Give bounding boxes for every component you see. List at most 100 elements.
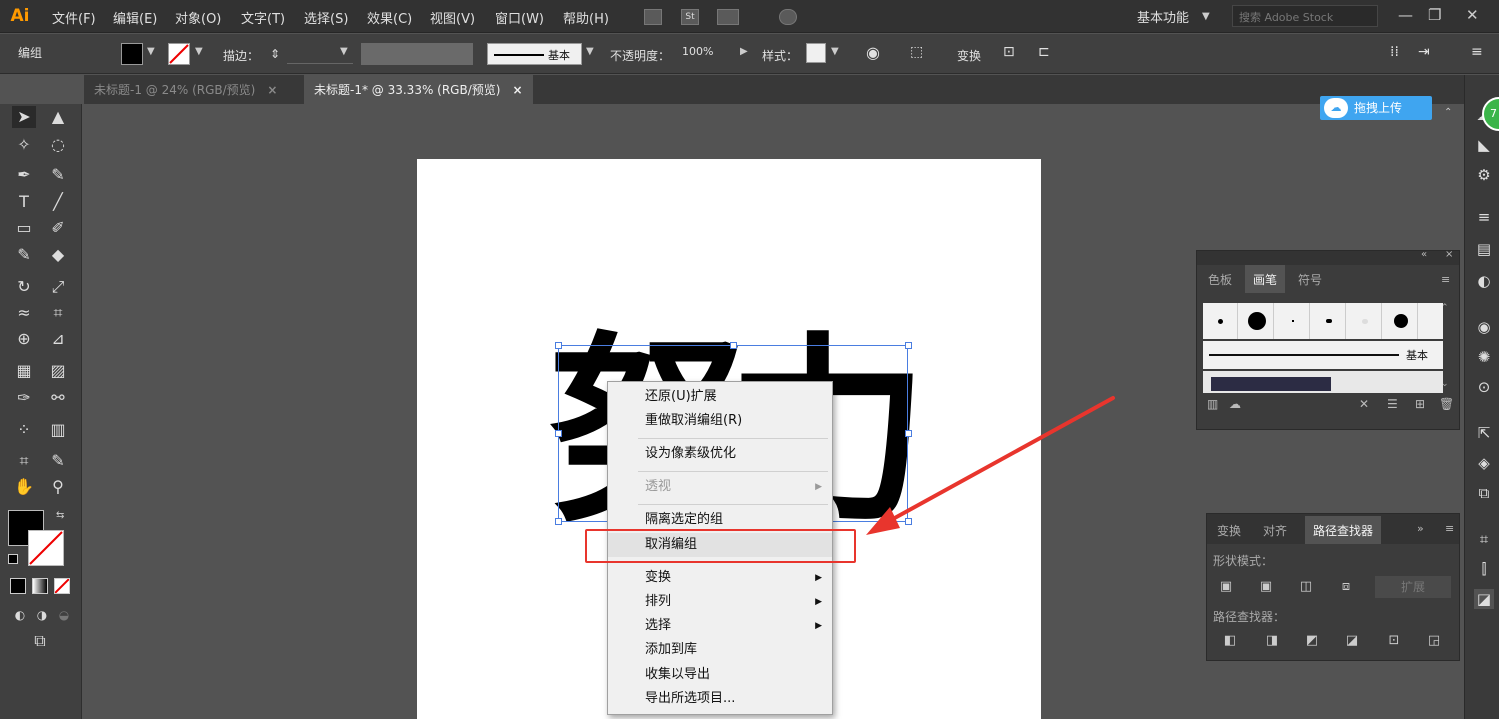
tab-document-1[interactable]: 未标题-1 @ 24% (RGB/预览) ×: [84, 75, 287, 104]
hand-tool-icon[interactable]: ✋: [12, 476, 36, 498]
menu-file[interactable]: 文件(F): [52, 8, 96, 27]
artboards-icon[interactable]: ⧉: [1474, 483, 1494, 503]
brush-swatch[interactable]: [1347, 303, 1382, 339]
align-options-icon[interactable]: ⬚: [910, 44, 923, 60]
tab-brushes[interactable]: 画笔: [1245, 265, 1286, 293]
brush-library-icon[interactable]: ▥: [1207, 397, 1218, 411]
control-menu-icon[interactable]: ≡: [1471, 44, 1483, 60]
brush-row[interactable]: [1203, 371, 1443, 393]
column-graph-icon[interactable]: ▥: [46, 419, 70, 441]
gradient-mode-icon[interactable]: [32, 578, 48, 594]
intersect-icon[interactable]: ◫: [1297, 578, 1315, 596]
menu-item-collect-for-export[interactable]: 收集以导出: [608, 663, 832, 687]
swap-colors-icon[interactable]: ⇆: [56, 510, 64, 521]
tab-symbols[interactable]: 符号: [1290, 265, 1330, 293]
rectangle-tool-icon[interactable]: ▭: [12, 217, 36, 239]
chevron-down-icon[interactable]: ▼: [1202, 11, 1210, 22]
menu-effect[interactable]: 效果(C): [367, 8, 412, 27]
brush-swatch[interactable]: [1311, 303, 1346, 339]
chevron-down-icon[interactable]: ▼: [340, 46, 348, 57]
stock-search-input[interactable]: 搜索 Adobe Stock: [1232, 5, 1378, 27]
stroke-weight-stepper[interactable]: ⇕: [270, 47, 280, 61]
perspective-grid-icon[interactable]: ⊿: [46, 328, 70, 350]
selection-tool-icon[interactable]: ➤: [12, 106, 36, 128]
brush-swatch[interactable]: [1275, 303, 1310, 339]
direct-selection-tool-icon[interactable]: ▲: [46, 106, 70, 128]
eyedropper-icon[interactable]: ✑: [12, 387, 36, 409]
color-mode-icon[interactable]: [10, 578, 26, 594]
screen-mode-icon[interactable]: ⧉: [28, 630, 52, 652]
blend-tool-icon[interactable]: ⚯: [46, 387, 70, 409]
menu-item-export-selection[interactable]: 导出所选项目...: [608, 687, 832, 711]
brush-swatch[interactable]: [1203, 303, 1238, 339]
menu-window[interactable]: 窗口(W): [495, 8, 544, 27]
close-icon[interactable]: ×: [1445, 249, 1453, 260]
variable-width-profile[interactable]: [361, 43, 473, 65]
menu-item-arrange[interactable]: 排列 ▶: [608, 590, 832, 614]
chevron-down-icon[interactable]: ▼: [147, 46, 155, 57]
menu-item-pixel-optimize[interactable]: 设为像素级优化: [608, 442, 832, 466]
close-button[interactable]: ✕: [1466, 6, 1479, 24]
menu-item-add-to-library[interactable]: 添加到库: [608, 638, 832, 662]
opacity-label[interactable]: 不透明度：: [610, 47, 670, 64]
bridge-icon[interactable]: [644, 9, 662, 25]
collapse-icon[interactable]: «: [1421, 249, 1427, 260]
shaper-tool-icon[interactable]: ✎: [12, 244, 36, 266]
scale-tool-icon[interactable]: ⤢: [46, 276, 70, 298]
lasso-icon[interactable]: ◌: [46, 134, 70, 156]
free-transform-icon[interactable]: ⌗: [46, 302, 70, 324]
close-icon[interactable]: ×: [267, 83, 277, 97]
minimize-button[interactable]: —: [1398, 6, 1413, 24]
shape-builder-tool-icon[interactable]: ⊕: [12, 328, 36, 350]
chevron-down-icon[interactable]: ▼: [195, 46, 203, 57]
workspace-switcher[interactable]: 基本功能: [1137, 7, 1189, 26]
menu-item-undo-expand[interactable]: 还原(U)扩展: [608, 385, 832, 409]
export-icon[interactable]: ⇱: [1474, 423, 1494, 443]
arrange-panel-icon[interactable]: ⁞⁞: [1390, 44, 1399, 60]
minus-back-icon[interactable]: ◲: [1425, 632, 1443, 650]
merge-icon[interactable]: ◩: [1303, 632, 1321, 650]
stroke-panel-icon[interactable]: ≡: [1474, 207, 1494, 227]
close-icon[interactable]: ×: [512, 83, 522, 97]
stroke-color-swatch[interactable]: [168, 43, 190, 65]
gpu-performance-icon[interactable]: [779, 9, 797, 25]
chevron-up-icon[interactable]: ⌃: [1444, 107, 1452, 118]
chevron-right-icon[interactable]: ▶: [740, 46, 748, 57]
appearance-icon[interactable]: ◉: [1474, 317, 1494, 337]
tab-align[interactable]: 对齐: [1255, 516, 1295, 544]
width-tool-icon[interactable]: ≈: [12, 302, 36, 324]
trim-icon[interactable]: ◨: [1263, 632, 1281, 650]
magic-wand-icon[interactable]: ✧: [12, 134, 36, 156]
selection-handle[interactable]: [730, 342, 737, 349]
slice-tool-icon[interactable]: ✎: [46, 450, 70, 472]
libraries-icon[interactable]: ☁: [1229, 397, 1241, 411]
transparency-icon[interactable]: ◐: [1474, 271, 1494, 291]
tab-swatches[interactable]: 色板: [1200, 265, 1240, 293]
transform-label[interactable]: 变换: [957, 47, 981, 64]
tab-document-1-active[interactable]: 未标题-1* @ 33.33% (RGB/预览) ×: [304, 75, 533, 104]
graphic-styles-icon[interactable]: ✺: [1474, 347, 1494, 367]
exclude-icon[interactable]: ⧈: [1337, 578, 1355, 596]
panel-menu-icon[interactable]: ≡: [1441, 273, 1450, 286]
outline-icon[interactable]: ⊡: [1385, 632, 1403, 650]
unite-icon[interactable]: ▣: [1217, 578, 1235, 596]
curvature-tool-icon[interactable]: ✎: [46, 164, 70, 186]
menu-help[interactable]: 帮助(H): [563, 8, 609, 27]
mesh-tool-icon[interactable]: ▦: [12, 360, 36, 382]
selection-handle[interactable]: [905, 342, 912, 349]
transform-panel-icon[interactable]: ⌗: [1474, 529, 1494, 549]
pen-tool-icon[interactable]: ✒: [12, 164, 36, 186]
menu-edit[interactable]: 编辑(E): [113, 8, 157, 27]
minus-front-icon[interactable]: ▣: [1257, 578, 1275, 596]
tab-pathfinder[interactable]: 路径查找器: [1305, 516, 1382, 544]
basic-brush-row[interactable]: 基本: [1203, 341, 1443, 369]
properties-icon[interactable]: ◣: [1474, 135, 1494, 155]
chevron-down-icon[interactable]: ▼: [586, 46, 594, 57]
menu-item-redo-ungroup[interactable]: 重做取消编组(R): [608, 409, 832, 433]
default-colors-icon[interactable]: [8, 554, 18, 564]
artboard-tool-icon[interactable]: ⌗: [12, 450, 36, 472]
menu-object[interactable]: 对象(O): [175, 8, 221, 27]
menu-type[interactable]: 文字(T): [241, 8, 285, 27]
menu-item-select[interactable]: 选择 ▶: [608, 614, 832, 638]
maximize-button[interactable]: ❐: [1428, 6, 1441, 24]
